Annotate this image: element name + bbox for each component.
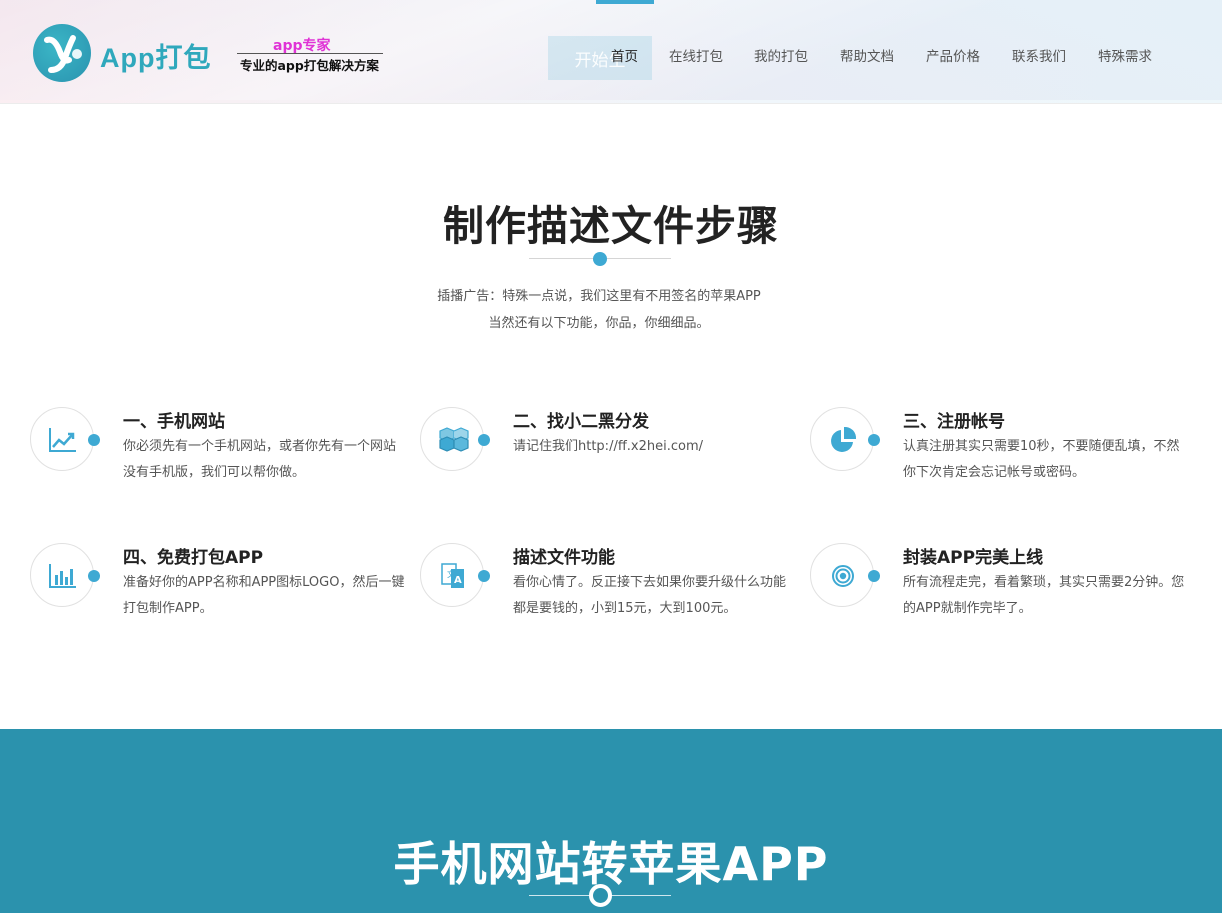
feature-item: 四、免费打包APP 准备好你的APP名称和APP图标LOGO，然后一键打包制作A… [30,543,410,633]
feature-dot [478,434,490,446]
pie-chart-icon [831,426,857,452]
feature-dot [88,570,100,582]
feature-desc: 看你心情了。反正接下去如果你要升级什么功能都是要钱的，小到15元，大到100元。 [513,575,787,616]
feature-icon-circle [810,407,874,471]
band-divider-ring [589,884,612,907]
target-icon [832,565,854,587]
feature-dot [478,570,490,582]
feature-desc: 认真注册其实只需要10秒，不要随便乱填，不然你下次肯定会忘记帐号或密码。 [903,439,1180,480]
feature-title: 四、免费打包APP [123,548,264,568]
feature-icon-circle [30,407,94,471]
feature-item: 一、手机网站 你必须先有一个手机网站，或者你先有一个网站没有手机版，我们可以帮你… [30,407,410,497]
nav-item-my-packs[interactable]: 我的打包 [754,45,808,65]
feature-title: 封装APP完美上线 [903,548,1044,568]
feature-dot [88,434,100,446]
cubes-icon [439,427,469,452]
nav-active-indicator [596,0,654,4]
feature-desc[interactable]: 请记住我们http://ff.x2hei.com/ [513,434,795,460]
nav-item-help-docs[interactable]: 帮助文档 [840,45,894,65]
nav-item-pricing[interactable]: 产品价格 [926,45,980,65]
feature-dot [868,570,880,582]
feature-icon-circle [30,543,94,607]
intro-line-1: 插播广告：特殊一点说，我们这里有不用签名的苹果APP [437,289,761,304]
feature-title: 描述文件功能 [513,548,615,568]
trend-chart-icon [49,428,76,452]
section-title: 制作描述文件步骤 [443,202,779,250]
feature-title: 三、注册帐号 [903,412,1005,432]
feature-item: 三、注册帐号 认真注册其实只需要10秒，不要随便乱填，不然你下次肯定会忘记帐号或… [810,407,1190,497]
feature-desc: 准备好你的APP名称和APP图标LOGO，然后一键打包制作APP。 [123,575,405,616]
nav-item-home[interactable]: 首页 [611,45,638,65]
feature-icon-circle [420,407,484,471]
band-title: 手机网站转苹果APP [393,837,829,891]
nav-item-special[interactable]: 特殊需求 [1098,45,1152,65]
main-nav: 首页 在线打包 我的打包 帮助文档 产品价格 联系我们 特殊需求 [0,45,1222,65]
nav-item-online-pack[interactable]: 在线打包 [669,45,723,65]
site-header: App打包 app专家 专业的app打包解决方案 开始生 首页 在线打包 我的打… [0,0,1222,104]
feature-icon-circle [810,543,874,607]
feature-dot [868,434,880,446]
bar-chart-icon [49,564,76,588]
feature-item: 文 A 描述文件功能 看你心情了。反正接下去如果你要升级什么功能都是要钱的，小到… [420,543,800,633]
feature-desc: 所有流程走完，看着繁琐，其实只需要2分钟。您的APP就制作完毕了。 [903,575,1185,616]
intro-line-2: 当然还有以下功能，你品，你细细品。 [488,316,710,331]
feature-item: 二、找小二黑分发 请记住我们http://ff.x2hei.com/ [420,407,800,497]
translate-icon: 文 A [441,563,464,588]
title-divider-dot [593,252,607,266]
feature-title: 二、找小二黑分发 [513,412,649,432]
nav-item-contact[interactable]: 联系我们 [1012,45,1066,65]
feature-icon-circle: 文 A [420,543,484,607]
feature-title: 一、手机网站 [123,412,225,432]
svg-text:A: A [454,575,462,586]
feature-desc: 你必须先有一个手机网站，或者你先有一个网站没有手机版，我们可以帮你做。 [123,439,397,480]
feature-item: 封装APP完美上线 所有流程走完，看着繁琐，其实只需要2分钟。您的APP就制作完… [810,543,1190,633]
